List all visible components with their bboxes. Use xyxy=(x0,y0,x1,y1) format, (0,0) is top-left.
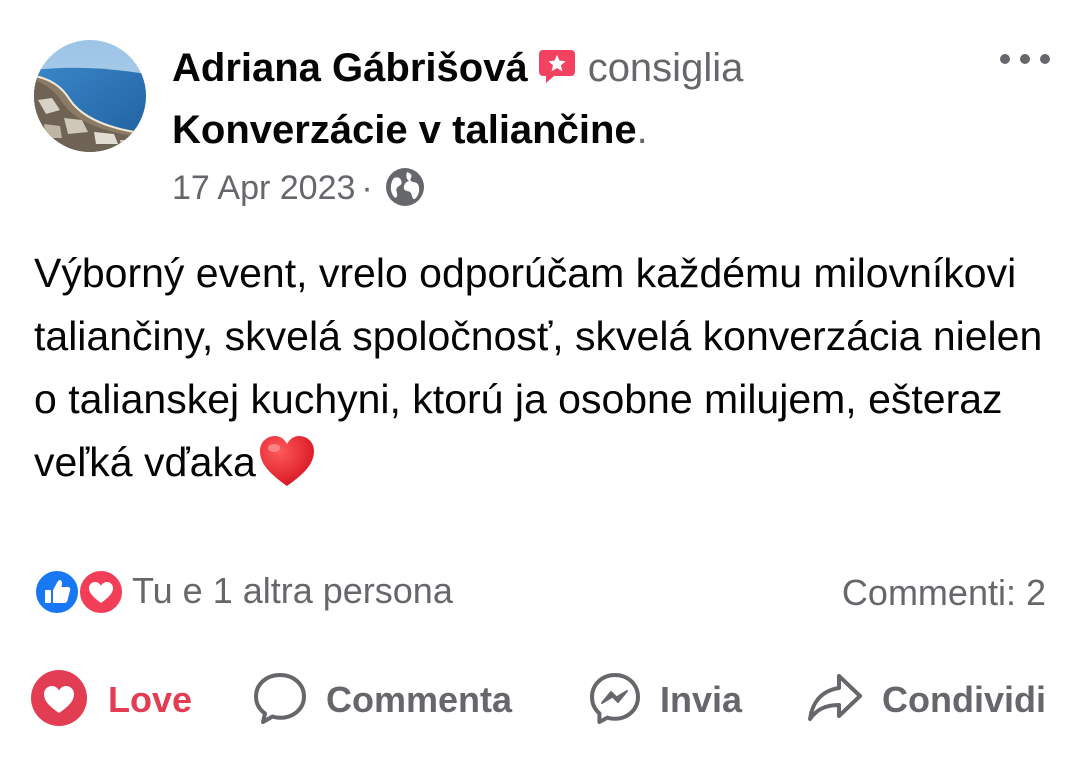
avatar-image xyxy=(34,40,146,152)
action-bar: Love Commenta Invia Condividi xyxy=(0,662,1082,738)
love-icon xyxy=(78,569,124,620)
reactions-text: Tu e 1 altra persona xyxy=(132,570,453,611)
comment-bubble-icon xyxy=(252,670,308,731)
meta-separator: · xyxy=(361,169,373,207)
header-line: Adriana Gábrišová consiglia xyxy=(172,40,972,100)
share-button[interactable]: Condividi xyxy=(806,662,1046,738)
avatar[interactable] xyxy=(34,40,146,152)
comment-label: Commenta xyxy=(326,679,513,720)
send-button[interactable]: Invia xyxy=(588,662,742,738)
comments-count[interactable]: Commenti: 2 xyxy=(842,570,1046,616)
send-label: Invia xyxy=(660,679,743,720)
more-options-button[interactable] xyxy=(996,44,1056,74)
post-date[interactable]: 17 Apr 2023 xyxy=(172,169,355,207)
post-body: Výborný event, vrelo odporúčam každému m… xyxy=(34,250,1043,485)
page-name[interactable]: Konverzácie v taliančine xyxy=(172,108,637,152)
love-label: Love xyxy=(108,679,193,720)
recommend-icon xyxy=(538,44,576,100)
recommend-verb: consiglia xyxy=(587,46,744,90)
share-arrow-icon xyxy=(806,672,864,729)
reaction-icons xyxy=(34,568,126,615)
post-meta: 17 Apr 2023 · xyxy=(172,166,425,218)
trailing-dot: . xyxy=(636,108,648,152)
more-dots-icon xyxy=(1000,54,1050,64)
messenger-icon xyxy=(588,671,642,730)
love-heart-icon xyxy=(30,669,88,732)
comment-button[interactable]: Commenta xyxy=(252,662,512,738)
page-line: Konverzácie v taliančine. xyxy=(172,102,972,158)
post-text: Výborný event, vrelo odporúčam každému m… xyxy=(34,242,1054,506)
love-button[interactable]: Love xyxy=(30,662,192,738)
like-icon xyxy=(34,569,80,620)
share-label: Condividi xyxy=(882,679,1046,720)
post-header: Adriana Gábrišová consiglia Konverzácie v… xyxy=(172,40,972,158)
globe-icon xyxy=(385,167,425,218)
author-name[interactable]: Adriana Gábrišová xyxy=(172,46,528,90)
red-heart-icon xyxy=(258,434,316,506)
reactions-summary[interactable]: Tu e 1 altra persona xyxy=(34,568,453,616)
